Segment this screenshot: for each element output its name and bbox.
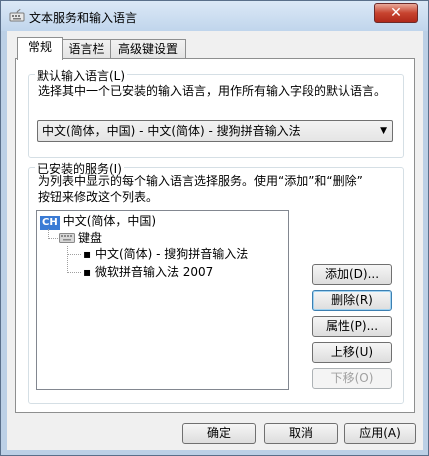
dialog-client: 常规 语言栏 高级键设置 默认输入语言(L) 选择其中一个已安装的输入语言，用作… bbox=[7, 31, 423, 450]
ok-button[interactable]: 确定 bbox=[182, 423, 256, 444]
keyboard-label: 键盘 bbox=[78, 231, 103, 245]
tab-advanced-key-settings[interactable]: 高级键设置 bbox=[110, 39, 186, 59]
tab-general[interactable]: 常规 bbox=[17, 37, 63, 60]
keyboard-icon bbox=[59, 233, 75, 243]
tree-connector bbox=[67, 246, 68, 273]
services-tree[interactable]: CH 中文(简体，中国) 键盘 ▪ 中文(简体) - 搜狗拼音输入法 ▪ 微软拼… bbox=[36, 210, 289, 390]
window-title: 文本服务和输入语言 bbox=[29, 11, 138, 25]
tree-item-service[interactable]: ▪ 中文(简体) - 搜狗拼音输入法 bbox=[83, 246, 248, 262]
tab-language-bar[interactable]: 语言栏 bbox=[62, 39, 111, 59]
default-language-description: 选择其中一个已安装的输入语言，用作所有输入字段的默认语言。 bbox=[38, 84, 387, 98]
installed-services-description: 为列表中显示的每个输入语言选择服务。使用“添加”和“删除” 按钮来修改这个列表。 bbox=[38, 173, 400, 205]
title-bar[interactable]: 文本服务和输入语言 ✕ bbox=[1, 1, 428, 31]
bullet-icon: ▪ bbox=[83, 247, 95, 261]
properties-button[interactable]: 属性(P)... bbox=[312, 316, 392, 337]
keyboard-icon bbox=[9, 8, 25, 22]
installed-services-group: 已安装的服务(I) 为列表中显示的每个输入语言选择服务。使用“添加”和“删除” … bbox=[28, 160, 404, 404]
dialog-window: 文本服务和输入语言 ✕ 常规 语言栏 高级键设置 默认输入语言(L) 选择其中一… bbox=[0, 0, 429, 456]
add-button[interactable]: 添加(D)... bbox=[312, 264, 392, 285]
bullet-icon: ▪ bbox=[83, 265, 95, 279]
installed-services-description-line1: 为列表中显示的每个输入语言选择服务。使用“添加”和“删除” bbox=[38, 174, 363, 188]
close-button[interactable]: ✕ bbox=[374, 3, 418, 23]
installed-services-description-line2: 按钮来修改这个列表。 bbox=[38, 190, 159, 204]
tree-connector bbox=[67, 272, 81, 273]
tab-panel-general: 默认输入语言(L) 选择其中一个已安装的输入语言，用作所有输入字段的默认语言。 … bbox=[15, 58, 415, 413]
apply-button[interactable]: 应用(A) bbox=[344, 423, 416, 444]
tree-item-language[interactable]: CH 中文(简体，中国) bbox=[40, 213, 156, 230]
chevron-down-icon: ▼ bbox=[380, 126, 387, 136]
tree-connector bbox=[67, 254, 81, 255]
language-badge: CH bbox=[40, 216, 60, 230]
service-label: 微软拼音输入法 2007 bbox=[94, 265, 214, 279]
default-language-select[interactable]: 中文(简体，中国) - 中文(简体) - 搜狗拼音输入法 ▼ bbox=[37, 120, 393, 142]
close-icon: ✕ bbox=[390, 5, 402, 21]
cancel-button[interactable]: 取消 bbox=[264, 423, 338, 444]
tree-connector bbox=[48, 238, 58, 239]
default-language-title: 默认输入语言(L) bbox=[35, 67, 128, 84]
language-label: 中文(简体，中国) bbox=[62, 214, 157, 228]
move-down-button: 下移(O) bbox=[312, 368, 392, 389]
service-label: 中文(简体) - 搜狗拼音输入法 bbox=[94, 247, 249, 261]
tree-item-keyboard[interactable]: 键盘 bbox=[59, 230, 102, 246]
move-up-button[interactable]: 上移(U) bbox=[312, 342, 392, 363]
tree-item-service[interactable]: ▪ 微软拼音输入法 2007 bbox=[83, 264, 213, 280]
default-language-group: 默认输入语言(L) 选择其中一个已安装的输入语言，用作所有输入字段的默认语言。 … bbox=[28, 67, 404, 158]
remove-button[interactable]: 删除(R) bbox=[312, 290, 392, 311]
default-language-value: 中文(简体，中国) - 中文(简体) - 搜狗拼音输入法 bbox=[42, 124, 301, 138]
